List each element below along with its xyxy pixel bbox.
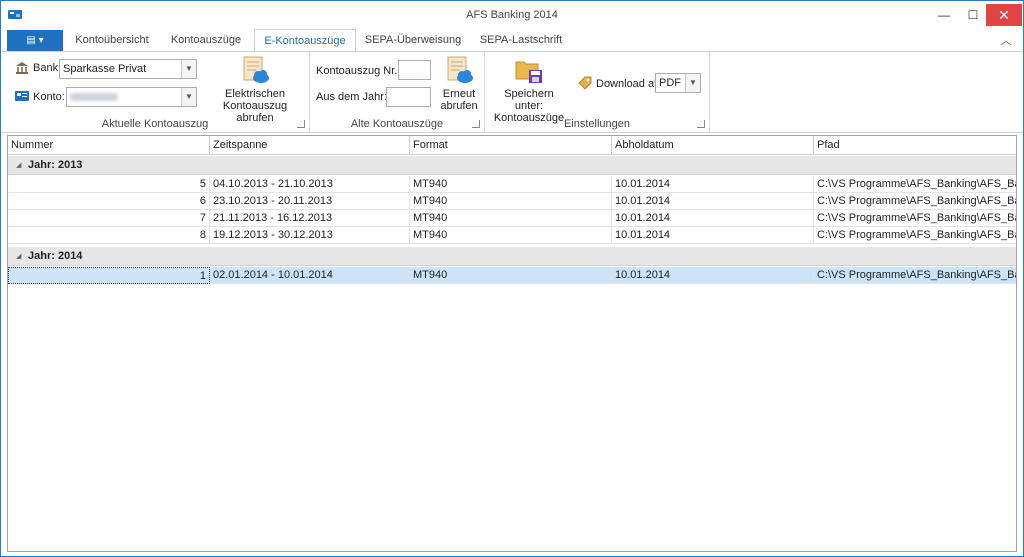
- column-header-pfad[interactable]: Pfad: [814, 136, 1016, 155]
- year-input[interactable]: [386, 87, 431, 107]
- collapse-triangle-icon[interactable]: ◢: [16, 247, 21, 266]
- tab-kontoauszuege[interactable]: Kontoauszüge: [161, 29, 251, 51]
- document-cloud-icon: [243, 56, 269, 83]
- kontoauszug-nr-label: Kontoauszug Nr.:: [316, 65, 401, 77]
- statements-grid: Nummer Zeitspanne Format Abholdatum Pfad…: [7, 135, 1017, 552]
- cell-pfad: C:\VS Programme\AFS_Banking\AFS_Ban...: [817, 212, 1016, 224]
- cell-nummer: 1: [8, 267, 210, 284]
- group-launcher-icon[interactable]: [697, 120, 705, 128]
- cell-abholdatum: 10.01.2014: [612, 227, 814, 244]
- group-label-einstellungen: Einstellungen: [563, 118, 631, 130]
- group-launcher-icon[interactable]: [297, 120, 305, 128]
- table-row[interactable]: 8 19.12.2013 - 30.12.2013 MT940 10.01.20…: [8, 227, 1016, 244]
- kontoauszug-nr-input[interactable]: [398, 60, 431, 80]
- app-window: AFS Banking 2014 — ☐ ✕ ▤ ▾ Kontoübersich…: [0, 0, 1024, 557]
- chevron-down-icon: ▼: [181, 88, 196, 106]
- cell-nummer: 7: [8, 210, 210, 227]
- cell-zeitspanne: 04.10.2013 - 21.10.2013: [210, 176, 410, 193]
- cell-zeitspanne: 21.11.2013 - 16.12.2013: [210, 210, 410, 227]
- cell-abholdatum: 10.01.2014: [612, 193, 814, 210]
- table-row[interactable]: 6 23.10.2013 - 20.11.2013 MT940 10.01.20…: [8, 193, 1016, 210]
- cell-zeitspanne: 19.12.2013 - 30.12.2013: [210, 227, 410, 244]
- tab-e-kontoauszuege[interactable]: E-Kontoauszüge: [254, 29, 356, 52]
- close-button[interactable]: ✕: [986, 4, 1022, 26]
- tab-kontouebersicht[interactable]: Kontoübersicht: [67, 29, 157, 51]
- bank-select-value: Sparkasse Privat: [63, 63, 147, 75]
- fetch-statement-label-1: Elektrischen: [225, 88, 285, 100]
- cell-pfad: C:\VS Programme\AFS_Banking\AFS_Ban...: [817, 178, 1016, 190]
- column-header-abholdatum[interactable]: Abholdatum: [612, 136, 814, 155]
- year-label: Aus dem Jahr:: [316, 91, 387, 103]
- cell-format: MT940: [410, 176, 612, 193]
- group-label: Jahr: 2013: [28, 159, 83, 171]
- group-row-2014[interactable]: ◢ Jahr: 2014: [8, 247, 1016, 266]
- column-header-zeitspanne[interactable]: Zeitspanne: [210, 136, 410, 155]
- group-aktuelle-kontoauszug: Bank: Sparkasse Privat ▼ Konto: ▼ Elektr…: [1, 52, 310, 132]
- cell-abholdatum: 10.01.2014: [612, 267, 814, 284]
- file-menu-button[interactable]: ▤ ▾: [7, 30, 63, 51]
- group-row-2013[interactable]: ◢ Jahr: 2013: [8, 156, 1016, 175]
- refetch-label-1: Erneut: [442, 88, 476, 100]
- ribbon-tab-bar: ▤ ▾ Kontoübersicht Kontoauszüge E-Kontoa…: [1, 29, 1023, 52]
- cell-format: MT940: [410, 193, 612, 210]
- group-label-aktuelle: Aktuelle Kontoauszug: [101, 118, 209, 130]
- group-einstellungen: Speichern unter: Kontoauszüge Download a…: [485, 52, 710, 132]
- download-format-value: PDF: [659, 77, 681, 89]
- table-row[interactable]: 7 21.11.2013 - 16.12.2013 MT940 10.01.20…: [8, 210, 1016, 227]
- refetch-label-2: abrufen: [440, 100, 478, 112]
- cell-format: MT940: [410, 227, 612, 244]
- folder-save-icon: [515, 61, 542, 83]
- table-row[interactable]: 5 04.10.2013 - 21.10.2013 MT940 10.01.20…: [8, 176, 1016, 193]
- save-location-label-1: Speichern unter:: [504, 88, 554, 112]
- download-format-select[interactable]: PDF ▼: [655, 73, 701, 93]
- chevron-down-icon: ▼: [181, 60, 196, 78]
- konto-label: Konto:: [33, 91, 65, 103]
- cell-pfad: C:\VS Programme\AFS_Banking\AFS_Ban...: [817, 269, 1016, 281]
- column-header-nummer[interactable]: Nummer: [8, 136, 210, 155]
- collapse-ribbon-button[interactable]: ︿: [999, 32, 1013, 47]
- table-row-selected[interactable]: 1 02.01.2014 - 10.01.2014 MT940 10.01.20…: [8, 267, 1016, 284]
- konto-value-redacted: [70, 93, 118, 102]
- cell-nummer: 5: [8, 176, 210, 193]
- title-bar: AFS Banking 2014 — ☐ ✕: [1, 1, 1023, 29]
- maximize-button[interactable]: ☐: [956, 1, 990, 29]
- tab-sepa-lastschrift[interactable]: SEPA-Lastschrift: [471, 29, 571, 51]
- document-cloud-icon: [447, 56, 473, 83]
- bank-select[interactable]: Sparkasse Privat ▼: [59, 59, 197, 79]
- download-as-label: Download als: [596, 78, 663, 90]
- collapse-triangle-icon[interactable]: ◢: [16, 156, 21, 175]
- window-title: AFS Banking 2014: [466, 9, 558, 21]
- cell-abholdatum: 10.01.2014: [612, 176, 814, 193]
- group-label: Jahr: 2014: [28, 250, 83, 262]
- cell-nummer: 8: [8, 227, 210, 244]
- cell-format: MT940: [410, 267, 612, 284]
- group-alte-kontoauszuege: Kontoauszug Nr.: Aus dem Jahr: Erneut ab…: [310, 52, 485, 132]
- cell-nummer: 6: [8, 193, 210, 210]
- fetch-statement-button[interactable]: Elektrischen Kontoauszug abrufen: [205, 55, 305, 124]
- bank-icon: [16, 62, 28, 74]
- cell-pfad: C:\VS Programme\AFS_Banking\AFS_Ban...: [817, 229, 1016, 241]
- cell-zeitspanne: 02.01.2014 - 10.01.2014: [210, 267, 410, 284]
- bank-label: Bank:: [33, 62, 62, 74]
- group-launcher-icon[interactable]: [472, 120, 480, 128]
- group-label-alte: Alte Kontoauszüge: [350, 118, 444, 130]
- chevron-down-icon: ▼: [685, 74, 700, 92]
- tag-icon: [578, 76, 592, 90]
- save-location-button[interactable]: Speichern unter: Kontoauszüge: [489, 55, 569, 124]
- cell-abholdatum: 10.01.2014: [612, 210, 814, 227]
- konto-select[interactable]: ▼: [66, 87, 197, 107]
- refetch-button[interactable]: Erneut abrufen: [436, 55, 482, 115]
- cell-pfad: C:\VS Programme\AFS_Banking\AFS_Ban...: [817, 195, 1016, 207]
- column-header-format[interactable]: Format: [410, 136, 612, 155]
- tab-sepa-ueberweisung[interactable]: SEPA-Überweisung: [361, 29, 465, 51]
- cell-format: MT940: [410, 210, 612, 227]
- cell-zeitspanne: 23.10.2013 - 20.11.2013: [210, 193, 410, 210]
- account-card-icon: [15, 91, 29, 101]
- ribbon-panel: Bank: Sparkasse Privat ▼ Konto: ▼ Elektr…: [1, 51, 1023, 133]
